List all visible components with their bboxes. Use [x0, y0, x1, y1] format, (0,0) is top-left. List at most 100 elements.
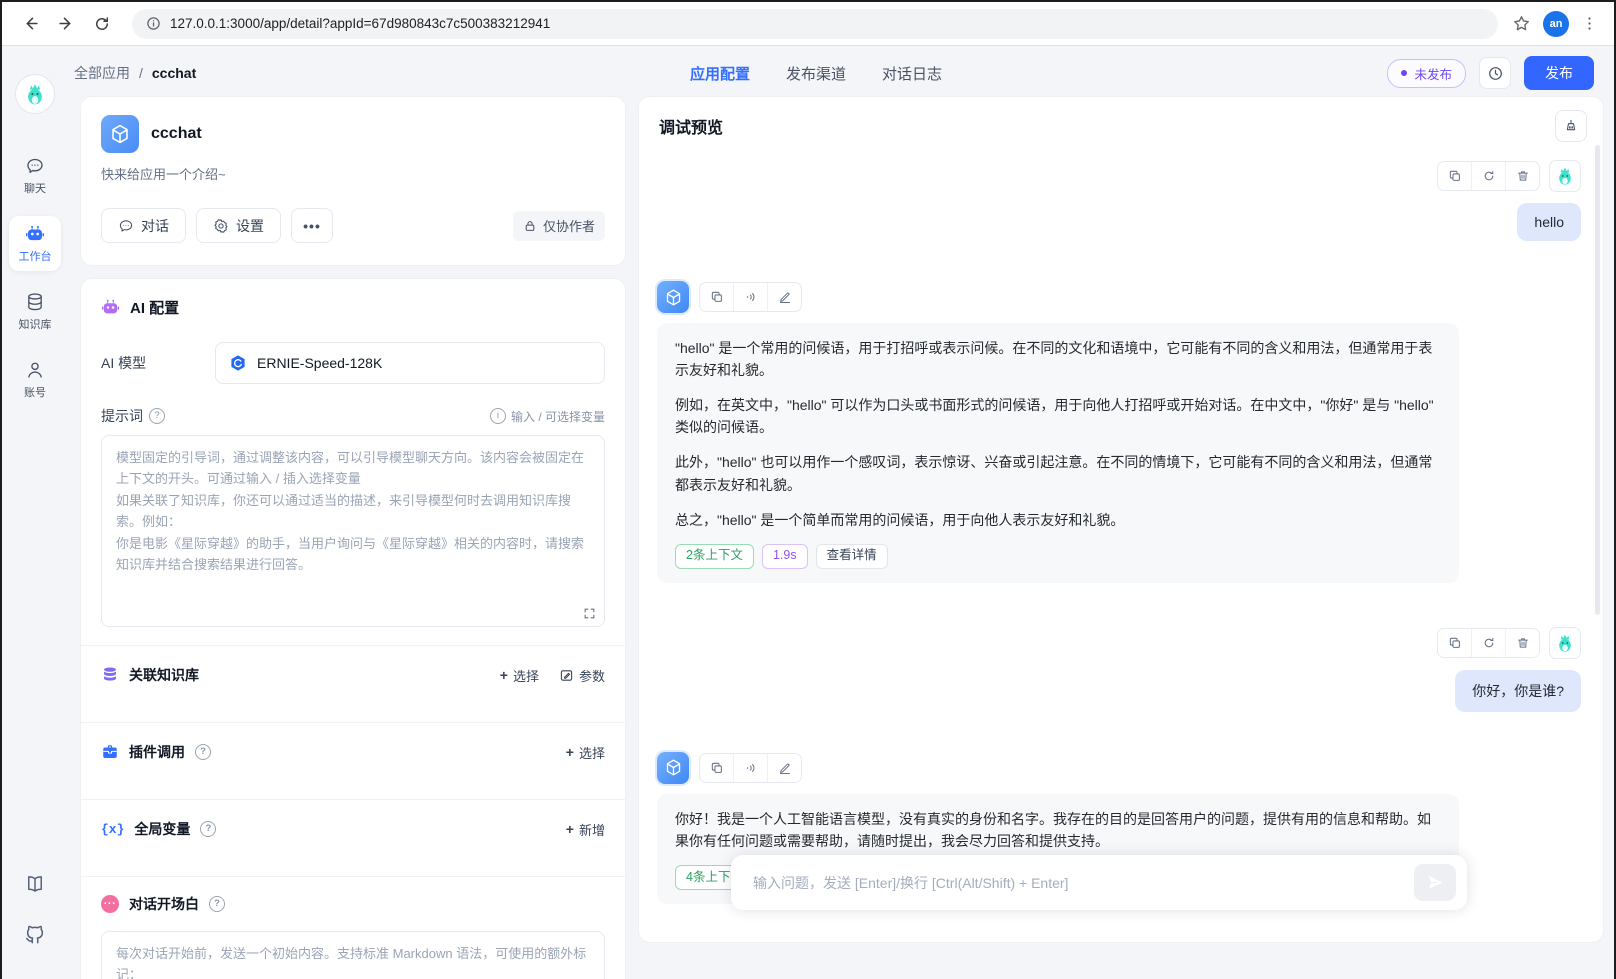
- publish-button[interactable]: 发布: [1524, 56, 1594, 90]
- model-select[interactable]: ERNIE-Speed-128K: [215, 342, 605, 384]
- settings-button-label: 设置: [236, 216, 264, 236]
- sidebar-item-chat[interactable]: 聊天: [9, 148, 61, 203]
- docs-book-icon[interactable]: [24, 873, 46, 895]
- collaborator-badge-label: 仅协作者: [543, 216, 595, 235]
- toolbox-icon: [101, 743, 119, 761]
- chat-input[interactable]: [751, 874, 1414, 892]
- plus-icon: +: [500, 667, 508, 683]
- broom-icon: [1563, 118, 1579, 134]
- view-detail-badge[interactable]: 查看详情: [816, 544, 888, 569]
- response-time-badge[interactable]: 1.9s: [762, 544, 808, 569]
- clock-icon: [1487, 65, 1504, 82]
- forward-icon[interactable]: [50, 8, 82, 40]
- expand-icon[interactable]: [583, 607, 596, 620]
- dataset-title-group: 关联知识库: [101, 665, 199, 685]
- app-name: ccchat: [151, 125, 202, 143]
- more-button[interactable]: •••: [291, 208, 333, 243]
- site-info-icon[interactable]: [146, 16, 161, 31]
- welcome-title-group: ··· 对话开场白 ?: [101, 894, 225, 914]
- app-description[interactable]: 快来给应用一个介绍~: [101, 164, 605, 183]
- dataset-params-label: 参数: [579, 666, 605, 685]
- question-icon[interactable]: ?: [209, 896, 225, 912]
- variables-add-button[interactable]: +新增: [566, 820, 605, 839]
- breadcrumb-root[interactable]: 全部应用: [74, 63, 130, 83]
- ai-avatar: [657, 281, 689, 313]
- ai-config-section-title: AI 配置: [101, 297, 605, 318]
- user-avatar: [1549, 627, 1581, 659]
- model-row: AI 模型 ERNIE-Speed-128K: [101, 342, 605, 384]
- reload-icon[interactable]: [86, 8, 118, 40]
- clear-chat-button[interactable]: [1555, 110, 1587, 142]
- bookmark-star-icon[interactable]: [1512, 14, 1531, 33]
- sidebar-item-workbench[interactable]: 工作台: [9, 216, 61, 271]
- question-icon[interactable]: ?: [195, 744, 211, 760]
- copy-icon[interactable]: [700, 754, 733, 782]
- context-count-badge[interactable]: 2条上下文: [675, 544, 754, 569]
- url-bar[interactable]: 127.0.0.1:3000/app/detail?appId=67d98084…: [132, 9, 1498, 39]
- copy-icon[interactable]: [700, 283, 733, 311]
- dataset-actions: + 选择 参数: [500, 666, 605, 685]
- dataset-select-button[interactable]: + 选择: [500, 666, 539, 685]
- user-avatar[interactable]: [15, 74, 55, 114]
- tab-publish-channel[interactable]: 发布渠道: [786, 63, 846, 84]
- chat-header: 调试预览: [639, 97, 1603, 148]
- welcome-textarea[interactable]: [101, 931, 605, 979]
- plugin-row: 插件调用 ? +选择: [101, 723, 605, 781]
- prompt-textarea-wrap: [101, 435, 605, 627]
- nav-rail: 聊天 工作台 知识库 账号: [2, 46, 68, 979]
- ai-paragraph: 你好！我是一个人工智能语言模型，没有真实的身份和名字。我存在的目的是回答用户的问…: [675, 808, 1441, 852]
- left-column: ccchat 快来给应用一个介绍~ 对话 设置 ••• 仅协作者: [80, 96, 626, 979]
- tab-chat-logs[interactable]: 对话日志: [882, 63, 942, 84]
- plus-icon: +: [566, 821, 574, 837]
- plugin-actions: +选择: [566, 743, 605, 762]
- user-message: hello: [657, 160, 1581, 241]
- header-tabs: 应用配置 发布渠道 对话日志: [690, 63, 942, 84]
- ai-message-bubble: "hello" 是一个常用的问候语，用于打招呼或表示问候。在不同的文化和语境中，…: [657, 323, 1459, 583]
- prompt-textarea[interactable]: [101, 435, 605, 627]
- chat-button[interactable]: 对话: [101, 208, 186, 243]
- nav-rail-bottom: [24, 873, 46, 945]
- ai-message: "hello" 是一个常用的问候语，用于打招呼或表示问候。在不同的文化和语境中，…: [657, 281, 1581, 583]
- ellipsis-icon: •••: [303, 218, 321, 234]
- delete-icon[interactable]: [1505, 162, 1539, 190]
- url-text[interactable]: 127.0.0.1:3000/app/detail?appId=67d98084…: [170, 16, 550, 31]
- back-icon[interactable]: [14, 8, 46, 40]
- send-button[interactable]: [1414, 864, 1456, 901]
- welcome-chat-icon: ···: [101, 895, 119, 913]
- chat-scrollbar[interactable]: [1595, 145, 1600, 615]
- ai-avatar: [657, 752, 689, 784]
- app-cube-icon: [101, 115, 139, 153]
- browser-menu-icon[interactable]: [1581, 15, 1598, 32]
- tts-sound-icon[interactable]: [733, 754, 767, 782]
- variable-hint: i 输入 / 可选择变量: [490, 408, 605, 425]
- retry-icon[interactable]: [1471, 629, 1505, 657]
- plugin-select-button[interactable]: +选择: [566, 743, 605, 762]
- edit-icon[interactable]: [767, 283, 801, 311]
- message-tool-group: [1437, 161, 1540, 191]
- dataset-select-label: 选择: [513, 666, 539, 685]
- delete-icon[interactable]: [1505, 629, 1539, 657]
- history-button[interactable]: [1479, 57, 1511, 89]
- sidebar-item-account[interactable]: 账号: [9, 352, 61, 407]
- edit-icon[interactable]: [767, 754, 801, 782]
- github-icon[interactable]: [24, 923, 46, 945]
- copy-icon[interactable]: [1438, 162, 1471, 190]
- question-icon[interactable]: ?: [200, 821, 216, 837]
- browser-profile-avatar[interactable]: an: [1543, 11, 1569, 37]
- robot-icon: [25, 224, 45, 244]
- sidebar-item-label: 账号: [24, 384, 46, 400]
- copy-icon[interactable]: [1438, 629, 1471, 657]
- plugin-title: 插件调用: [129, 742, 185, 762]
- retry-icon[interactable]: [1471, 162, 1505, 190]
- tab-app-config[interactable]: 应用配置: [690, 63, 750, 84]
- settings-button[interactable]: 设置: [196, 208, 281, 243]
- collaborator-badge[interactable]: 仅协作者: [513, 211, 605, 241]
- dataset-params-button[interactable]: 参数: [559, 666, 605, 685]
- ai-config-title: AI 配置: [130, 297, 179, 318]
- plugin-title-group: 插件调用 ?: [101, 742, 211, 762]
- breadcrumb-separator: /: [139, 65, 143, 81]
- sidebar-item-dataset[interactable]: 知识库: [9, 284, 61, 339]
- question-icon[interactable]: ?: [149, 408, 165, 424]
- nav-rail-items: 聊天 工作台 知识库 账号: [9, 148, 61, 407]
- tts-sound-icon[interactable]: [733, 283, 767, 311]
